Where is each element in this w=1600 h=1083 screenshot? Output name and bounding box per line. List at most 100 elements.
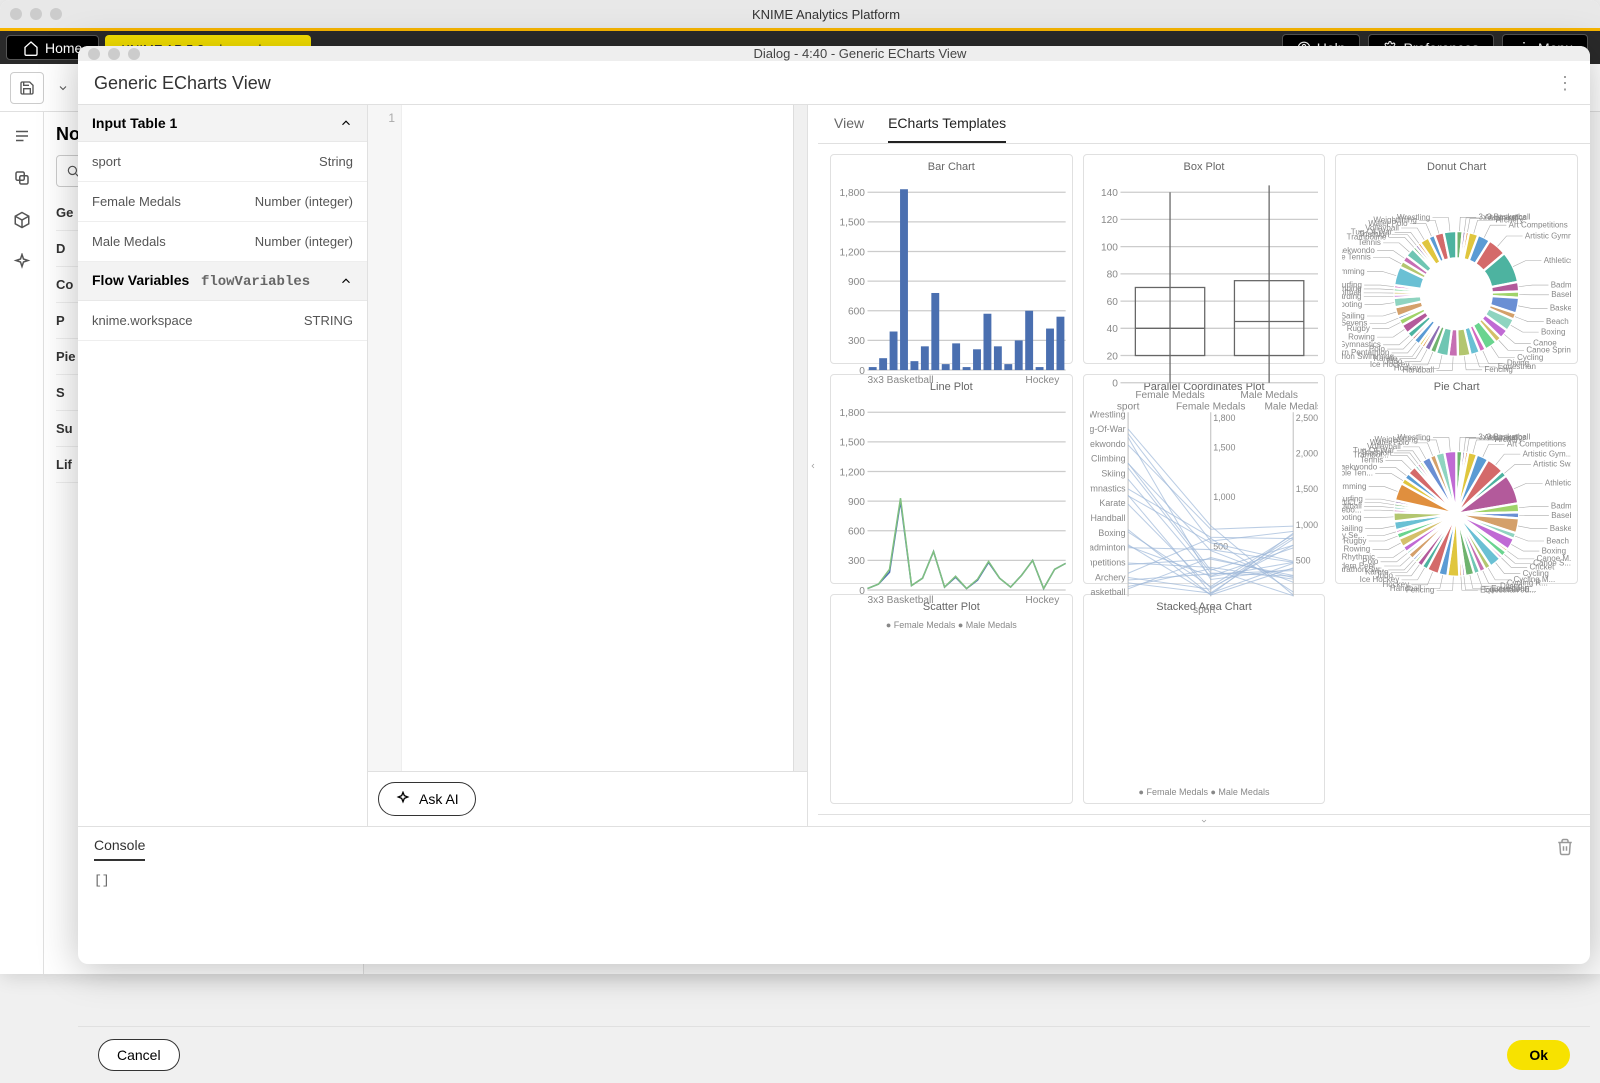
column-type: Number (integer) — [255, 194, 353, 209]
close-icon[interactable] — [10, 8, 22, 20]
svg-text:900: 900 — [848, 277, 865, 288]
svg-text:Artistic Sw...: Artistic Sw... — [1534, 460, 1571, 469]
svg-text:Wrestling: Wrestling — [1398, 433, 1431, 442]
svg-text:3x3 Basketball: 3x3 Basketball — [867, 375, 933, 386]
chevron-up-icon — [339, 116, 353, 130]
split-handle[interactable] — [808, 105, 818, 826]
svg-text:140: 140 — [1101, 188, 1118, 199]
section-header-input[interactable]: Input Table 1 — [78, 105, 367, 142]
template-card[interactable]: Parallel Coordinates Plot sportFemale Me… — [1083, 374, 1326, 584]
svg-text:1,800: 1,800 — [840, 408, 866, 419]
svg-text:Fencing: Fencing — [1485, 365, 1513, 374]
rail-sparkle-button[interactable] — [4, 244, 40, 280]
svg-text:60: 60 — [1106, 297, 1118, 308]
svg-text:600: 600 — [848, 527, 865, 538]
maximize-icon[interactable] — [128, 48, 140, 60]
svg-text:Badminton: Badminton — [1551, 280, 1571, 289]
svg-text:Hockey: Hockey — [1025, 375, 1060, 386]
template-card[interactable]: Donut Chart 3x3 BasketballAeronauticsAlp… — [1335, 154, 1578, 364]
app-title: KNIME Analytics Platform — [62, 7, 1590, 22]
chevron-down-icon — [1196, 817, 1212, 825]
svg-text:1,800: 1,800 — [1213, 413, 1235, 423]
chart-preview: 3x3 BasketballAeronauticsAlpinismArchery… — [1342, 397, 1571, 631]
svg-text:Athletics: Athletics — [1545, 479, 1571, 488]
ok-button[interactable]: Ok — [1507, 1040, 1570, 1070]
svg-text:100: 100 — [1101, 242, 1118, 253]
code-editor[interactable]: 1 — [368, 105, 807, 771]
svg-text:Wrestling: Wrestling — [1397, 213, 1430, 222]
svg-text:Taekwondo: Taekwondo — [1342, 246, 1375, 255]
svg-text:1,500: 1,500 — [1295, 484, 1317, 494]
svg-text:3x3 Basketball: 3x3 Basketball — [867, 595, 933, 606]
template-title: Box Plot — [1090, 161, 1319, 173]
svg-text:Karate: Karate — [1099, 498, 1125, 508]
rail-copy-button[interactable] — [4, 160, 40, 196]
close-icon[interactable] — [88, 48, 100, 60]
template-card[interactable]: Stacked Area Chart ● Female Medals ● Mal… — [1083, 594, 1326, 804]
svg-text:Boxing: Boxing — [1541, 327, 1565, 336]
minimize-icon[interactable] — [30, 8, 42, 20]
sparkle-icon — [13, 253, 31, 271]
column-row[interactable]: Male MedalsNumber (integer) — [78, 222, 367, 262]
save-icon — [19, 80, 35, 96]
minimize-icon[interactable] — [108, 48, 120, 60]
template-card[interactable]: Pie Chart 3x3 BasketballAeronauticsAlpin… — [1335, 374, 1578, 584]
svg-text:Art Competitions: Art Competitions — [1509, 220, 1568, 229]
rail-cube-button[interactable] — [4, 202, 40, 238]
svg-text:600: 600 — [848, 307, 865, 318]
svg-text:1,000: 1,000 — [1213, 492, 1235, 502]
svg-text:Rhythmic Gymnastics: Rhythmic Gymnastics — [1090, 483, 1126, 493]
flowvar-row[interactable]: knime.workspaceSTRING — [78, 301, 367, 341]
cancel-button[interactable]: Cancel — [98, 1039, 180, 1071]
column-type: Number (integer) — [255, 234, 353, 249]
maximize-icon[interactable] — [50, 8, 62, 20]
section-header-flowvars[interactable]: Flow Variables flowVariables — [78, 262, 367, 301]
svg-text:900: 900 — [848, 497, 865, 508]
column-row[interactable]: Female MedalsNumber (integer) — [78, 182, 367, 222]
chart-preview: 3x3 BasketballAeronauticsAlpinismArchery… — [1342, 177, 1571, 411]
ask-ai-button[interactable]: Ask AI — [378, 782, 476, 816]
ellipsis-icon[interactable]: ⋮ — [1556, 73, 1574, 94]
svg-text:Skiing: Skiing — [1101, 469, 1125, 479]
svg-text:Handball: Handball — [1090, 513, 1125, 523]
expand-handle[interactable] — [818, 814, 1590, 826]
svg-text:Basketball: Basketball — [1550, 304, 1571, 313]
tab-view[interactable]: View — [834, 115, 864, 143]
template-card[interactable]: Box Plot 020406080100120140Female Medals… — [1083, 154, 1326, 364]
tab-templates[interactable]: ECharts Templates — [888, 115, 1006, 143]
rail-description-button[interactable] — [4, 118, 40, 154]
minimap[interactable] — [793, 105, 807, 771]
column-name: sport — [92, 154, 121, 169]
chart-preview — [1090, 617, 1319, 785]
svg-text:300: 300 — [848, 336, 865, 347]
svg-text:2,000: 2,000 — [1295, 449, 1317, 459]
svg-text:Badminton: Badminton — [1551, 502, 1571, 511]
svg-text:80: 80 — [1106, 270, 1118, 281]
column-row[interactable]: sport String — [78, 142, 367, 182]
svg-text:Sailing: Sailing — [1342, 524, 1363, 533]
svg-text:Sailing: Sailing — [1342, 311, 1365, 320]
dropdown-toggle[interactable] — [52, 72, 74, 104]
column-type: String — [319, 154, 353, 169]
svg-text:Shooting: Shooting — [1342, 300, 1362, 309]
section-code: flowVariables — [201, 274, 310, 290]
svg-text:Swimming: Swimming — [1342, 267, 1365, 276]
section-title: Flow Variables — [92, 272, 189, 288]
template-card[interactable]: Scatter Plot — [830, 594, 1073, 804]
sparkle-icon — [395, 791, 411, 807]
svg-text:Equestrian Ju...: Equestrian Ju... — [1481, 586, 1537, 595]
svg-text:Artistic Gym...: Artistic Gym... — [1523, 449, 1571, 458]
flowvar-name: knime.workspace — [92, 313, 192, 328]
section-title: Input Table 1 — [92, 115, 177, 131]
template-card[interactable]: Bar Chart 03006009001,2001,5001,8003x3 B… — [830, 154, 1073, 364]
template-card[interactable]: Line Plot 03006009001,2001,5001,8003x3 B… — [830, 374, 1073, 584]
svg-text:Surfing: Surfing — [1342, 494, 1363, 503]
svg-text:Swimming: Swimming — [1342, 482, 1366, 491]
save-button[interactable] — [10, 72, 44, 104]
clear-console-button[interactable] — [1556, 838, 1574, 861]
chart-preview: 03006009001,2001,5001,8003x3 BasketballH… — [837, 177, 1066, 398]
svg-text:1,200: 1,200 — [840, 247, 866, 258]
svg-text:Surfing: Surfing — [1342, 280, 1362, 289]
svg-text:Beach Volleyball: Beach Volleyball — [1546, 317, 1571, 326]
svg-text:120: 120 — [1101, 215, 1118, 226]
